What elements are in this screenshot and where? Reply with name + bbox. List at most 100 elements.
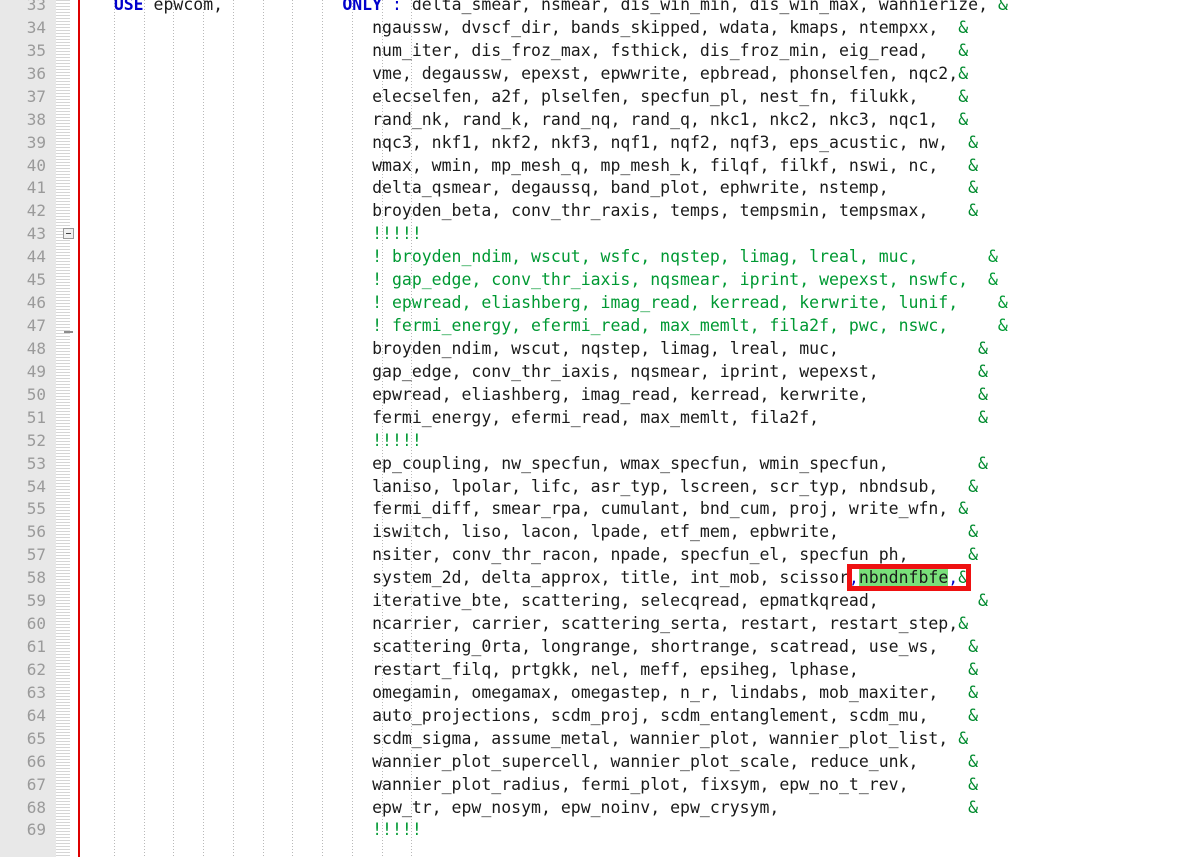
code-line[interactable]: ncarrier, carrier, scattering_serta, res…: [84, 612, 1190, 635]
code-line[interactable]: num_iter, dis_froz_max, fsthick, dis_fro…: [84, 39, 1190, 62]
code-line[interactable]: restart_filq, prtgkk, nel, meff, epsiheg…: [84, 658, 1190, 681]
code-line[interactable]: broyden_ndim, wscut, nqstep, limag, lrea…: [84, 337, 1190, 360]
code-line[interactable]: !!!!!: [84, 222, 1190, 245]
code-line[interactable]: laniso, lpolar, lifc, asr_typ, lscreen, …: [84, 475, 1190, 498]
line-number: 68: [26, 797, 46, 817]
code-line[interactable]: ! fermi_energy, efermi_read, max_memlt, …: [84, 314, 1190, 337]
continuation-token: &: [958, 109, 969, 129]
code-line[interactable]: ngaussw, dvscf_dir, bands_skipped, wdata…: [84, 16, 1190, 39]
continuation-token: &: [958, 63, 969, 83]
fold-gutter[interactable]: [70, 0, 84, 857]
code-token: broyden_beta, conv_thr_raxis, temps, tem…: [84, 201, 969, 221]
continuation-token: &: [968, 797, 979, 817]
code-line[interactable]: USE epwcom, ONLY : delta_smear, nsmear, …: [84, 0, 1190, 16]
code-line[interactable]: nqc3, nkf1, nkf2, nkf3, nqf1, nqf2, nqf3…: [84, 131, 1190, 154]
line-number: 51: [26, 407, 46, 427]
fold-collapse-icon[interactable]: [63, 228, 74, 240]
continuation-token: &: [978, 384, 988, 404]
code-line[interactable]: nsiter, conv_thr_racon, npade, specfun_e…: [84, 543, 1190, 566]
keyword-token: USE: [113, 0, 144, 14]
code-line[interactable]: fermi_diff, smear_rpa, cumulant, bnd_cum…: [84, 497, 1190, 520]
continuation-token: &: [968, 132, 979, 152]
continuation-token: &: [968, 751, 979, 771]
continuation-token: &: [968, 659, 979, 679]
line-number: 55: [26, 499, 46, 519]
code-line[interactable]: system_2d, delta_approx, title, int_mob,…: [84, 566, 1190, 589]
code-editor[interactable]: USE epwcom, ONLY : delta_smear, nsmear, …: [0, 0, 1190, 857]
continuation-token: &: [968, 155, 979, 175]
code-token: gap_edge, conv_thr_iaxis, nqsmear, iprin…: [84, 361, 979, 381]
code-line[interactable]: wannier_plot_radius, fermi_plot, fixsym,…: [84, 773, 1190, 796]
code-line[interactable]: !!!!!: [84, 818, 1190, 841]
comment-token: ! gap_edge, conv_thr_iaxis, nqsmear, ipr…: [84, 270, 998, 290]
continuation-token: &: [968, 476, 979, 496]
code-text-area[interactable]: USE epwcom, ONLY : delta_smear, nsmear, …: [84, 0, 1190, 857]
code-line[interactable]: scdm_sigma, assume_metal, wannier_plot, …: [84, 727, 1190, 750]
code-line[interactable]: scattering_0rta, longrange, shortrange, …: [84, 635, 1190, 658]
code-line[interactable]: wannier_plot_supercell, wannier_plot_sca…: [84, 750, 1190, 773]
code-line[interactable]: auto_projections, scdm_proj, scdm_entang…: [84, 704, 1190, 727]
line-number: 49: [26, 361, 46, 381]
continuation-token: &: [958, 499, 969, 519]
code-line[interactable]: epwread, eliashberg, imag_read, kerread,…: [84, 383, 1190, 406]
code-token: laniso, lpolar, lifc, asr_typ, lscreen, …: [84, 476, 969, 496]
line-number: 60: [26, 614, 46, 634]
comment-token: !!!!!: [84, 224, 422, 244]
line-number: 34: [26, 17, 46, 37]
line-number: 69: [26, 820, 46, 840]
code-line[interactable]: iterative_bte, scattering, selecqread, e…: [84, 589, 1190, 612]
line-number: 36: [26, 63, 46, 83]
comment-token: ! broyden_ndim, wscut, wsfc, nqstep, lim…: [84, 247, 998, 267]
continuation-token: &: [978, 407, 988, 427]
code-line[interactable]: omegamin, omegamax, omegastep, n_r, lind…: [84, 681, 1190, 704]
code-token: nsiter, conv_thr_racon, npade, specfun_e…: [84, 545, 969, 565]
code-token: restart_filq, prtgkk, nel, meff, epsiheg…: [84, 659, 969, 679]
continuation-token: &: [968, 682, 979, 702]
code-line[interactable]: elecselfen, a2f, plselfen, specfun_pl, n…: [84, 85, 1190, 108]
code-token: omegamin, omegamax, omegastep, n_r, lind…: [84, 682, 969, 702]
code-line[interactable]: ! epwread, eliashberg, imag_read, kerrea…: [84, 291, 1190, 314]
code-line[interactable]: ! gap_edge, conv_thr_iaxis, nqsmear, ipr…: [84, 268, 1190, 291]
code-line[interactable]: wmax, wmin, mp_mesh_q, mp_mesh_k, filqf,…: [84, 154, 1190, 177]
continuation-token: &: [958, 86, 969, 106]
continuation-token: &: [958, 17, 969, 37]
code-token: epw_tr, epw_nosym, epw_noinv, epw_crysym…: [84, 797, 969, 817]
line-number: 35: [26, 40, 46, 60]
line-number: 41: [26, 178, 46, 198]
code-line[interactable]: broyden_beta, conv_thr_raxis, temps, tem…: [84, 199, 1190, 222]
search-hit-highlight: nbndnfbfe: [858, 568, 949, 588]
code-token: auto_projections, scdm_proj, scdm_entang…: [84, 705, 969, 725]
code-line[interactable]: fermi_energy, efermi_read, max_memlt, fi…: [84, 406, 1190, 429]
keyword-token: ONLY: [342, 0, 383, 14]
line-number: 65: [26, 728, 46, 748]
continuation-token: &: [968, 522, 979, 542]
continuation-token: &: [968, 178, 979, 198]
code-token: delta_smear, nsmear, dis_win_min, dis_wi…: [401, 0, 998, 14]
line-number: 54: [26, 476, 46, 496]
line-number: 42: [26, 201, 46, 221]
continuation-token: &: [978, 453, 988, 473]
code-token: ,: [848, 568, 859, 588]
continuation-token: &: [958, 40, 969, 60]
code-token: nqc3, nkf1, nkf2, nkf3, nqf1, nqf2, nqf3…: [84, 132, 969, 152]
code-line[interactable]: ! broyden_ndim, wscut, wsfc, nqstep, lim…: [84, 245, 1190, 268]
code-token: epwcom,: [143, 0, 343, 14]
code-line[interactable]: epw_tr, epw_nosym, epw_noinv, epw_crysym…: [84, 796, 1190, 819]
line-number: 63: [26, 682, 46, 702]
line-number: 50: [26, 384, 46, 404]
continuation-token: &: [978, 591, 988, 611]
code-token: fermi_diff, smear_rpa, cumulant, bnd_cum…: [84, 499, 959, 519]
code-line[interactable]: vme, degaussw, epexst, epwwrite, epbread…: [84, 62, 1190, 85]
code-line[interactable]: rand_nk, rand_k, rand_nq, rand_q, nkc1, …: [84, 108, 1190, 131]
code-line[interactable]: ep_coupling, nw_specfun, wmax_specfun, w…: [84, 452, 1190, 475]
code-token: epwread, eliashberg, imag_read, kerread,…: [84, 384, 979, 404]
code-line[interactable]: gap_edge, conv_thr_iaxis, nqsmear, iprin…: [84, 360, 1190, 383]
continuation-token: &: [958, 568, 969, 588]
code-line[interactable]: delta_qsmear, degaussq, band_plot, ephwr…: [84, 176, 1190, 199]
code-line[interactable]: !!!!!: [84, 429, 1190, 452]
code-line[interactable]: iswitch, liso, lacon, lpade, etf_mem, ep…: [84, 520, 1190, 543]
continuation-token: &: [978, 361, 988, 381]
line-number: 61: [26, 637, 46, 657]
